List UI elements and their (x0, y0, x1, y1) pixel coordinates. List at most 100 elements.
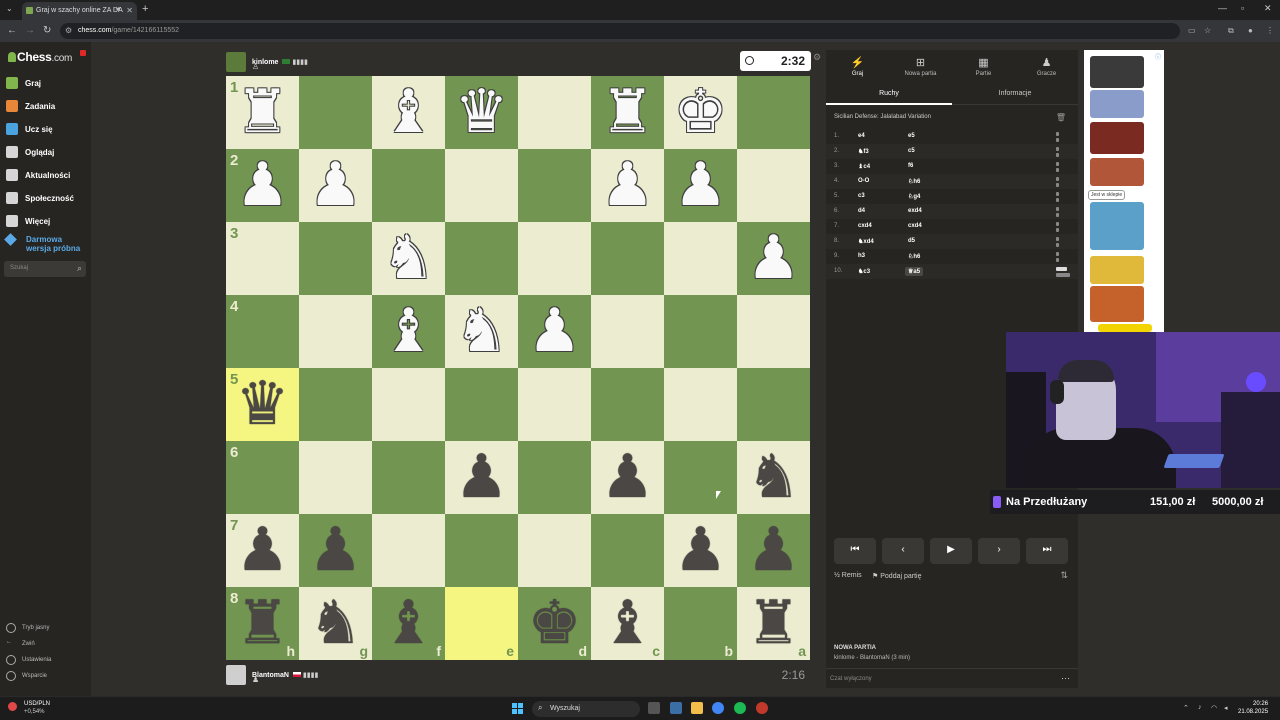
square-d6[interactable] (518, 441, 591, 514)
resign-button[interactable]: ⚑ Poddaj partię (872, 572, 922, 580)
flip-board-icon[interactable]: ⇅ (1060, 570, 1068, 581)
taskbar-search[interactable]: ⌕ Wyszukaj (532, 701, 640, 717)
last-move-button[interactable]: ⏭ (1026, 538, 1068, 564)
sidebar-item-7[interactable]: Więcej (6, 214, 50, 228)
square-g8[interactable]: g (299, 587, 372, 660)
square-b2[interactable] (664, 149, 737, 222)
square-h3[interactable]: 3 (226, 222, 299, 295)
back-icon[interactable]: ← (7, 25, 17, 36)
white-move[interactable]: O-O (858, 178, 869, 184)
black-move[interactable]: cxd4 (908, 223, 922, 229)
square-c6[interactable] (591, 441, 664, 514)
system-clock[interactable]: 20:26 21.08.2025 (1238, 700, 1268, 716)
black-move[interactable]: exd4 (908, 208, 922, 214)
black-move[interactable]: ♕a5 (905, 267, 924, 276)
sidebar-item-6[interactable]: Społeczność (6, 191, 74, 205)
square-h8[interactable]: 8h (226, 587, 299, 660)
square-a4[interactable] (737, 295, 810, 368)
tab-info[interactable]: Informacje (952, 90, 1078, 97)
square-h7[interactable]: 7 (226, 514, 299, 587)
bottom-player-name[interactable]: BlantomaN ▮▮▮▮ (252, 671, 318, 679)
windows-start-icon[interactable] (512, 703, 524, 715)
forward-icon[interactable]: → (25, 25, 35, 36)
square-b7[interactable] (664, 514, 737, 587)
sidebar-search-input[interactable]: Szukaj ⌕ (4, 261, 86, 277)
square-e2[interactable] (445, 149, 518, 222)
square-d7[interactable] (518, 514, 591, 587)
white-move[interactable]: h3 (858, 253, 865, 259)
chat-input[interactable]: Czat wyłączony ⋯ (826, 668, 1078, 688)
square-a1[interactable] (737, 76, 810, 149)
square-g6[interactable] (299, 441, 372, 514)
square-f1[interactable] (372, 76, 445, 149)
chrome-icon[interactable] (712, 702, 724, 714)
square-e6[interactable] (445, 441, 518, 514)
square-c2[interactable] (591, 149, 664, 222)
settings-link[interactable]: Ustawienia (6, 655, 51, 665)
square-e4[interactable] (445, 295, 518, 368)
square-b5[interactable] (664, 368, 737, 441)
new-tab-button[interactable]: + (142, 3, 148, 15)
square-e8[interactable]: e (445, 587, 518, 660)
black-move[interactable]: ♘h6 (908, 253, 920, 260)
sidebar-item-5[interactable]: Aktualności (6, 168, 70, 182)
square-g7[interactable] (299, 514, 372, 587)
profile-icon[interactable]: ● (1248, 26, 1253, 35)
black-move[interactable]: e5 (908, 133, 915, 139)
reload-icon[interactable]: ↻ (43, 25, 51, 36)
white-move[interactable]: d4 (858, 208, 865, 214)
tab-new-game[interactable]: ⊞ Nowa partia (889, 56, 952, 77)
site-info-icon[interactable]: ⚙ (65, 26, 72, 35)
square-d1[interactable] (518, 76, 591, 149)
square-g2[interactable] (299, 149, 372, 222)
tab-search-icon[interactable]: ⌄ (6, 4, 13, 13)
chess-logo[interactable]: Chess.com (8, 50, 72, 64)
task-view-icon[interactable] (648, 702, 660, 714)
square-b8[interactable]: b (664, 587, 737, 660)
play-button[interactable]: ▶ (930, 538, 972, 564)
square-d3[interactable] (518, 222, 591, 295)
top-player-name[interactable]: kinlome ▮▮▮▮ (252, 58, 308, 66)
square-h1[interactable]: 1 (226, 76, 299, 149)
tab-play[interactable]: ⚡ Graj (826, 56, 889, 77)
widgets-icon[interactable] (670, 702, 682, 714)
square-f7[interactable] (372, 514, 445, 587)
square-c7[interactable] (591, 514, 664, 587)
square-d4[interactable] (518, 295, 591, 368)
search-icon[interactable]: ⌕ (77, 263, 82, 274)
square-e5[interactable] (445, 368, 518, 441)
board-settings-icon[interactable]: ⚙ (813, 52, 821, 63)
free-trial-link[interactable]: Darmowa wersja próbna (4, 233, 80, 253)
square-a8[interactable]: a (737, 587, 810, 660)
white-move[interactable]: cxd4 (858, 223, 872, 229)
square-h2[interactable]: 2 (226, 149, 299, 222)
square-f3[interactable] (372, 222, 445, 295)
url-field[interactable]: ⚙ chess.com/game/142166115552 (60, 23, 1180, 39)
square-c5[interactable] (591, 368, 664, 441)
close-tab-icon[interactable]: ✕ (126, 6, 133, 15)
tab-players[interactable]: ♟ Gracze (1015, 56, 1078, 77)
minimize-icon[interactable]: — (1218, 3, 1227, 13)
browser-tab[interactable]: Graj w szachy online ZA DA ◄ ✕ (22, 2, 137, 20)
square-f5[interactable] (372, 368, 445, 441)
square-e1[interactable] (445, 76, 518, 149)
square-g4[interactable] (299, 295, 372, 368)
maximize-icon[interactable]: ▫ (1241, 3, 1244, 13)
square-f8[interactable]: f (372, 587, 445, 660)
square-a5[interactable] (737, 368, 810, 441)
square-d8[interactable]: d (518, 587, 591, 660)
avatar[interactable] (226, 665, 246, 685)
square-c1[interactable] (591, 76, 664, 149)
square-g1[interactable] (299, 76, 372, 149)
wifi-icon[interactable]: ◠ (1211, 704, 1217, 712)
square-h6[interactable]: 6 (226, 441, 299, 514)
ad-info-icon[interactable]: ⓘ (1155, 52, 1161, 61)
white-move[interactable]: e4 (858, 133, 865, 139)
white-move[interactable]: ♞xd4 (858, 238, 874, 245)
black-move[interactable]: f6 (908, 163, 913, 169)
next-move-button[interactable]: › (978, 538, 1020, 564)
square-b6[interactable] (664, 441, 737, 514)
spotify-icon[interactable] (734, 702, 746, 714)
stock-widget[interactable]: USD/PLN +0,54% (8, 700, 50, 716)
black-move[interactable]: ♘g4 (908, 193, 920, 200)
